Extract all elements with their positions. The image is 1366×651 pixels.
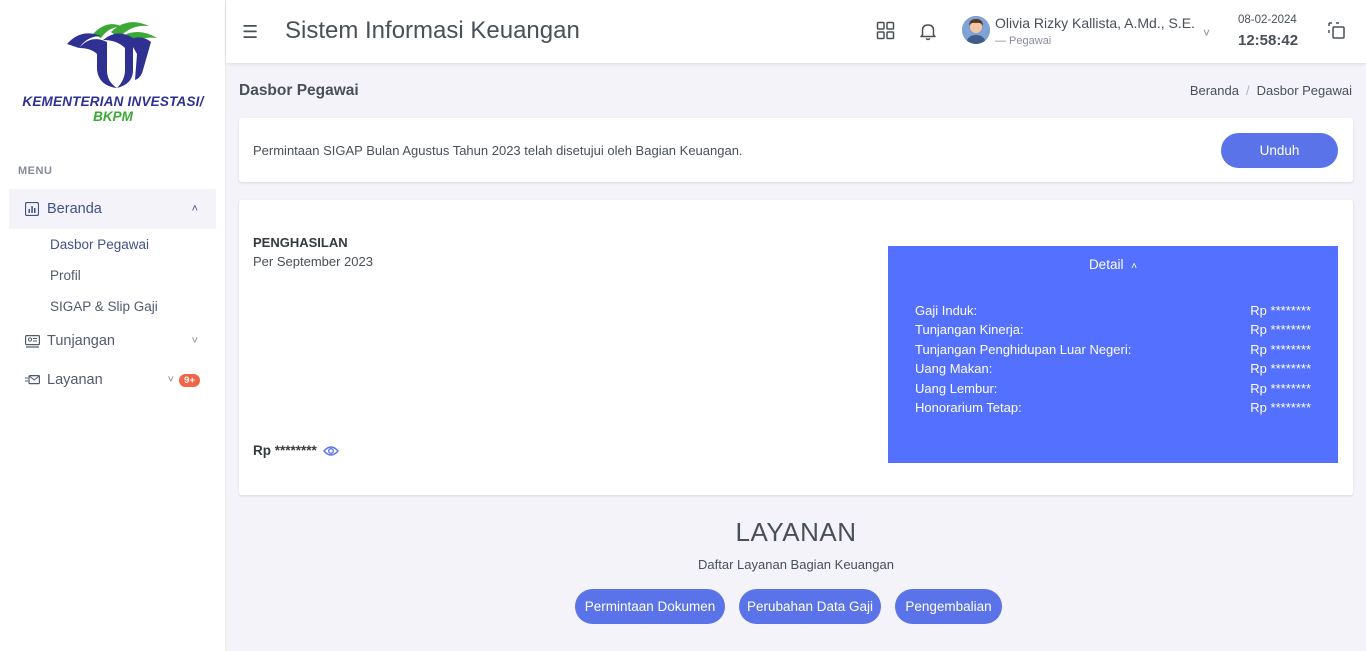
breadcrumb-separator: / bbox=[1245, 83, 1250, 98]
chart-icon bbox=[24, 201, 40, 217]
detail-row-label: Uang Lembur: bbox=[915, 381, 998, 396]
sidebar-subitem-profil[interactable]: Profil bbox=[50, 268, 81, 283]
income-card: PENGHASILAN Per September 2023 Rp ******… bbox=[239, 200, 1353, 495]
sidebar-item-tunjangan-label: Tunjangan bbox=[47, 333, 115, 349]
eye-icon[interactable] bbox=[322, 445, 339, 457]
logo-text-line1: KEMENTERIAN INVESTASI/ bbox=[22, 94, 204, 109]
detail-toggle[interactable]: Detail ˄ bbox=[888, 257, 1338, 272]
sidebar-item-beranda-label: Beranda bbox=[47, 201, 102, 217]
chevron-down-icon: ˅ bbox=[1203, 26, 1211, 40]
detail-row-label: Tunjangan Penghidupan Luar Negeri: bbox=[915, 342, 1132, 357]
income-amount: Rp ******** bbox=[253, 443, 339, 458]
breadcrumb-item-current: Dasbor Pegawai bbox=[1256, 83, 1352, 98]
bell-icon[interactable] bbox=[919, 21, 941, 43]
detail-row-label: Honorarium Tetap: bbox=[915, 400, 1022, 415]
sidebar-subitem-sigap-slip-gaji[interactable]: SIGAP & Slip Gaji bbox=[50, 299, 158, 314]
detail-row: Gaji Induk: Rp ******** bbox=[915, 303, 1311, 318]
download-button[interactable]: Unduh bbox=[1221, 133, 1338, 168]
chevron-down-icon: ˅ bbox=[167, 374, 174, 386]
detail-row: Tunjangan Kinerja: Rp ******** bbox=[915, 322, 1311, 337]
app-title: Sistem Informasi Keuangan bbox=[285, 17, 580, 44]
document-request-button[interactable]: Permintaan Dokumen bbox=[575, 589, 725, 624]
menu-heading: MENU bbox=[18, 165, 53, 177]
detail-row: Uang Lembur: Rp ******** bbox=[915, 381, 1311, 396]
salary-data-change-button[interactable]: Perubahan Data Gaji bbox=[739, 589, 881, 624]
logo-text-line2: BKPM bbox=[93, 109, 133, 124]
breadcrumb-item-beranda[interactable]: Beranda bbox=[1190, 83, 1239, 98]
sidebar-subitem-dasbor-pegawai[interactable]: Dasbor Pegawai bbox=[50, 237, 149, 252]
detail-row-value: Rp ******** bbox=[1250, 361, 1311, 376]
envelope-icon bbox=[24, 372, 40, 388]
chevron-down-icon: ˅ bbox=[191, 335, 198, 347]
income-period: Per September 2023 bbox=[253, 254, 373, 269]
ministry-emblem-icon bbox=[67, 22, 157, 88]
apps-grid-icon[interactable] bbox=[876, 21, 898, 43]
user-profile-dropdown[interactable]: Olivia Rizky Kallista, A.Md., S.E. — Peg… bbox=[962, 14, 1212, 50]
detail-row-value: Rp ******** bbox=[1250, 381, 1311, 396]
ministry-logo[interactable]: KEMENTERIAN INVESTASI/ BKPM bbox=[0, 14, 226, 124]
sidebar-item-beranda[interactable]: Beranda ˄ bbox=[9, 189, 216, 229]
detail-row-label: Gaji Induk: bbox=[915, 303, 978, 318]
notice-message: Permintaan SIGAP Bulan Agustus Tahun 202… bbox=[253, 143, 743, 158]
page-title: Dasbor Pegawai bbox=[239, 82, 359, 99]
detail-row-label: Tunjangan Kinerja: bbox=[915, 322, 1024, 337]
detail-row: Honorarium Tetap: Rp ******** bbox=[915, 400, 1311, 415]
refund-button[interactable]: Pengembalian bbox=[895, 589, 1002, 624]
income-title: PENGHASILAN bbox=[253, 235, 348, 250]
notice-card: Permintaan SIGAP Bulan Agustus Tahun 202… bbox=[239, 118, 1353, 182]
sidebar-item-tunjangan[interactable]: Tunjangan ˅ bbox=[9, 321, 216, 361]
id-card-icon bbox=[24, 333, 40, 349]
detail-toggle-label: Detail bbox=[1088, 257, 1124, 272]
income-detail-panel: Detail ˄ Gaji Induk: Rp ******** Tunjang… bbox=[888, 246, 1338, 463]
current-time: 12:58:42 bbox=[1238, 32, 1299, 49]
services-subtitle: Daftar Layanan Bagian Keuangan bbox=[698, 557, 894, 572]
detail-row: Tunjangan Penghidupan Luar Negeri: Rp **… bbox=[915, 342, 1311, 357]
sidebar-item-layanan[interactable]: Layanan ˅ 9+ bbox=[9, 360, 216, 400]
detail-row-value: Rp ******** bbox=[1250, 303, 1311, 318]
user-name: Olivia Rizky Kallista, A.Md., S.E. bbox=[995, 15, 1195, 31]
services-title: LAYANAN bbox=[735, 517, 857, 547]
breadcrumb: Beranda / Dasbor Pegawai bbox=[1190, 83, 1352, 98]
sidebar: KEMENTERIAN INVESTASI/ BKPM MENU Beranda… bbox=[0, 0, 226, 651]
fullscreen-icon[interactable] bbox=[1327, 21, 1349, 43]
detail-row-value: Rp ******** bbox=[1250, 342, 1311, 357]
notification-badge: 9+ bbox=[179, 373, 200, 387]
detail-row-value: Rp ******** bbox=[1250, 322, 1311, 337]
current-date: 08-02-2024 bbox=[1238, 14, 1297, 26]
detail-row-label: Uang Makan: bbox=[915, 361, 993, 376]
detail-row: Uang Makan: Rp ******** bbox=[915, 361, 1311, 376]
chevron-up-icon: ˄ bbox=[1131, 261, 1138, 272]
top-header: ☰ Sistem Informasi Keuangan Olivia Rizky… bbox=[226, 0, 1366, 63]
hamburger-menu-icon[interactable]: ☰ bbox=[242, 22, 258, 43]
income-amount-value: Rp ******** bbox=[253, 443, 317, 458]
chevron-up-icon: ˄ bbox=[191, 203, 198, 215]
avatar bbox=[962, 16, 990, 44]
sidebar-item-layanan-label: Layanan bbox=[47, 372, 103, 388]
user-role: — Pegawai bbox=[995, 35, 1052, 47]
detail-row-value: Rp ******** bbox=[1250, 400, 1311, 415]
